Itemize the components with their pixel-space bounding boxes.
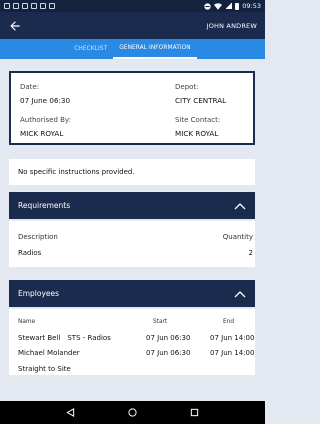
chevron-up-icon[interactable] <box>234 290 246 298</box>
depot-label: Depot: <box>175 83 199 91</box>
employee-name: Stewart Bell <box>18 334 61 342</box>
do-not-disturb-icon <box>204 2 211 10</box>
employee-end: 07 Jun 14:00 <box>210 334 255 342</box>
column-header-name: Name <box>18 319 36 325</box>
date-field: Date: 07 June 06:30 <box>20 83 70 105</box>
requirements-header[interactable]: Requirements <box>9 192 255 219</box>
arrow-left-icon[interactable] <box>8 19 22 33</box>
system-navigation-bar <box>0 401 265 424</box>
depot-field: Depot: CITY CENTRAL <box>175 83 226 105</box>
job-info-card: Date: 07 June 06:30 Depot: CITY CENTRAL … <box>9 71 255 145</box>
back-triangle-icon[interactable] <box>66 408 75 417</box>
column-header-start: Start <box>153 319 168 325</box>
image-icon <box>4 3 10 9</box>
notification-icons <box>4 3 55 9</box>
chevron-up-icon[interactable] <box>234 202 246 210</box>
employee-name-cell: Stewart Bell STS - Radios <box>18 334 136 343</box>
column-header-quantity: Quantity <box>222 233 253 241</box>
authorised-value: MICK ROYAL <box>20 129 64 138</box>
tab-general-information[interactable]: GENERAL INFORMATION <box>113 39 197 59</box>
employee-role: Straight to Site <box>18 365 71 373</box>
authorised-label: Authorised By: <box>20 116 71 124</box>
tab-bar: CHECKLIST GENERAL INFORMATION <box>0 39 265 59</box>
authorised-field: Authorised By: MICK ROYAL <box>20 116 71 138</box>
requirement-description: Radios <box>18 249 42 257</box>
general-information-content: Date: 07 June 06:30 Depot: CITY CENTRAL … <box>0 59 265 401</box>
site-contact-field: Site Contact: MICK ROYAL <box>175 116 220 138</box>
employee-role: STS - Radios <box>67 334 111 342</box>
wifi-icon <box>214 2 223 10</box>
document-icon <box>49 3 55 9</box>
column-header-end: End <box>223 319 235 325</box>
user-name[interactable]: JOHN ANDREW <box>207 22 257 30</box>
status-bar: 09:53 <box>0 0 265 12</box>
employees-header[interactable]: Employees <box>9 280 255 307</box>
column-header-description: Description <box>18 233 58 241</box>
site-contact-label: Site Contact: <box>175 116 221 124</box>
battery-icon <box>235 2 240 10</box>
image-icon <box>31 3 37 9</box>
system-icons: 09:53 <box>204 2 261 10</box>
date-value: 07 June 06:30 <box>20 96 71 105</box>
employee-end: 07 Jun 14:00 <box>210 349 255 357</box>
table-row: Radios 2 <box>18 249 253 257</box>
home-circle-icon[interactable] <box>128 408 137 417</box>
depot-value: CITY CENTRAL <box>175 96 227 105</box>
employee-start: 07 Jun 06:30 <box>146 334 191 342</box>
requirements-title: Requirements <box>18 201 71 210</box>
instructions-note: No specific instructions provided. <box>9 159 255 185</box>
requirements-header-row: Description Quantity <box>18 233 253 241</box>
download-icon <box>40 3 46 9</box>
employee-name: Michael Molander <box>18 349 80 357</box>
employee-start: 07 Jun 06:30 <box>146 349 191 357</box>
requirement-quantity: 2 <box>248 249 253 257</box>
employee-name-cell: Michael Molander Straight to Site <box>18 349 136 374</box>
clock: 09:53 <box>242 2 261 10</box>
employees-title: Employees <box>18 289 60 298</box>
tab-checklist[interactable]: CHECKLIST <box>68 39 113 59</box>
image-icon <box>13 3 19 9</box>
app-bar: JOHN ANDREW <box>0 12 265 39</box>
recents-square-icon[interactable] <box>190 408 199 417</box>
signal-icon <box>225 3 233 9</box>
site-contact-value: MICK ROYAL <box>175 129 219 138</box>
download-icon <box>22 3 28 9</box>
employees-table: Name Start End Stewart Bell STS - Radios… <box>9 309 255 375</box>
requirements-table: Description Quantity Radios 2 <box>9 221 255 267</box>
date-label: Date: <box>20 83 40 91</box>
